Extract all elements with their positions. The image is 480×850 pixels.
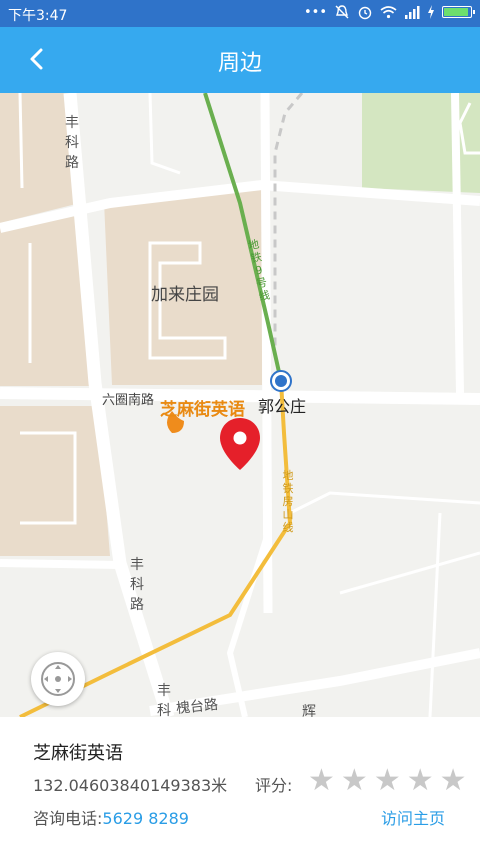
road-label: 丰科路 (65, 115, 79, 171)
status-bar: 下午3:47 ••• (0, 0, 480, 27)
road-label: 丰科 (157, 683, 171, 717)
more-dots-icon: ••• (303, 4, 327, 20)
poi-info-panel: 芝麻街英语 132.04603840149383米 评分: ★ ★ ★ ★ ★ 咨询电话… (0, 717, 480, 850)
poi-name: 芝麻街英语 (33, 743, 123, 764)
battery-icon (442, 6, 475, 18)
minor-road (0, 559, 121, 569)
subway-label: 地铁房山线 (282, 469, 294, 534)
road-label: 辉 (302, 704, 316, 717)
star-icon[interactable]: ★ (374, 765, 401, 797)
phone-row: 咨询电话:5629 8289 (33, 805, 189, 829)
road-label: 丰科路 (130, 557, 144, 613)
app-bar: 周边 (0, 27, 480, 93)
star-icon[interactable]: ★ (308, 765, 335, 797)
phone-label: 咨询电话: (33, 809, 103, 828)
star-icon[interactable]: ★ (341, 765, 368, 797)
star-icon[interactable]: ★ (440, 765, 467, 797)
residential-block (0, 406, 110, 556)
estate-path (18, 93, 24, 189)
place-label: 加来庄园 (151, 285, 219, 305)
poi-label[interactable]: 芝麻街英语 (160, 395, 245, 420)
poi-distance: 132.04603840149383米 (33, 776, 228, 795)
mute-icon (335, 5, 349, 19)
rating-stars: ★ ★ ★ ★ ★ (308, 765, 467, 797)
station-label: 郭公庄 (258, 397, 307, 416)
road-label: 槐台路 (175, 696, 219, 717)
wifi-icon (380, 6, 397, 19)
road-label: 六圈南路 (102, 393, 155, 408)
alarm-icon (358, 6, 372, 20)
status-icons: ••• (303, 4, 475, 20)
road-east (451, 93, 464, 394)
locate-button[interactable] (31, 652, 85, 706)
map-view[interactable]: 丰科路 加来庄园 地铁9号线 六圈南路 芝麻街英语 郭公庄 地铁房山线 丰科路 … (0, 93, 480, 717)
signal-icon (405, 6, 420, 19)
page-title: 周边 (217, 51, 262, 76)
locate-crosshair-icon (41, 662, 75, 696)
status-time: 下午3:47 (8, 8, 68, 24)
rating-label: 评分: (255, 776, 293, 795)
visit-homepage-link[interactable]: 访问主页 (381, 805, 445, 829)
charging-icon (428, 5, 434, 19)
star-icon[interactable]: ★ (407, 765, 434, 797)
phone-number-link[interactable]: 5629 8289 (102, 809, 189, 828)
